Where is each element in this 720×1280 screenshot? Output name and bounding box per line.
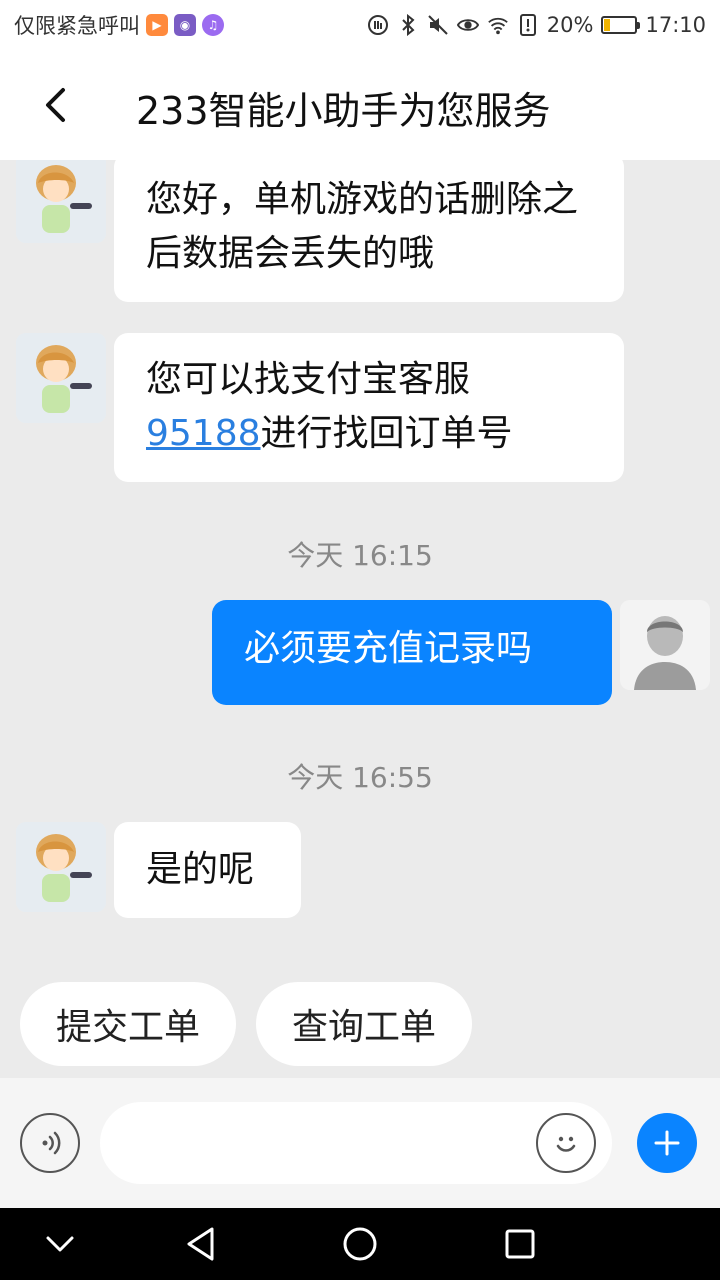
eye-comfort-icon — [456, 14, 479, 36]
video-app-icon: ▶ — [146, 14, 168, 36]
message-text: 您可以找支付宝客服 — [146, 359, 471, 400]
input-bar — [0, 1078, 720, 1208]
square-recents-icon — [505, 1229, 535, 1259]
nav-back-button[interactable] — [180, 1224, 220, 1264]
message-text: 进行找回订单号 — [260, 413, 513, 454]
nav-collapse-button[interactable] — [40, 1224, 80, 1264]
page-title: 233智能小助手为您服务 — [136, 89, 551, 133]
plus-icon — [654, 1130, 680, 1156]
data-saver-icon — [367, 14, 389, 36]
mute-icon — [427, 14, 449, 36]
sim-alert-icon — [517, 14, 539, 36]
status-bar: 仅限紧急呼叫 ▶ ◉ ♫ 20% 17:10 — [0, 0, 720, 50]
message-text: 必须要充值记录吗 — [244, 628, 533, 669]
submit-ticket-button[interactable]: 提交工单 — [20, 982, 236, 1066]
battery-icon — [601, 16, 641, 34]
bot-avatar[interactable] — [16, 333, 106, 423]
emoji-button[interactable] — [536, 1113, 596, 1173]
circle-home-icon — [343, 1227, 377, 1261]
bot-avatar[interactable] — [16, 822, 106, 912]
timestamp: 今天 16:55 — [287, 761, 433, 794]
clock: 17:10 — [645, 13, 706, 37]
voice-input-button[interactable] — [20, 1113, 80, 1173]
query-ticket-button[interactable]: 查询工单 — [256, 982, 472, 1066]
battery-level-fill — [604, 19, 611, 31]
nav-recents-button[interactable] — [500, 1224, 540, 1264]
header: 233智能小助手为您服务 — [0, 50, 720, 160]
bot-message-bubble: 是的呢 — [114, 822, 301, 918]
battery-percent: 20% — [546, 13, 594, 37]
phone-link[interactable]: 95188 — [146, 413, 261, 454]
bluetooth-icon — [397, 14, 419, 36]
more-actions-button[interactable] — [637, 1113, 697, 1173]
user-avatar[interactable] — [620, 600, 710, 690]
back-button[interactable] — [0, 50, 110, 160]
timestamp: 今天 16:15 — [287, 539, 433, 572]
chat-list[interactable]: 您好，单机游戏的话删除之后数据会丢失的哦 您可以找支付宝客服 95188进行找回… — [0, 160, 720, 1078]
chat-screen: 仅限紧急呼叫 ▶ ◉ ♫ 20% 17:10 233智能小助手为您服务 您好，单… — [0, 0, 720, 1280]
music-app-icon: ♫ — [202, 14, 224, 36]
message-text: 您好，单机游戏的话删除之后数据会丢失的哦 — [146, 179, 579, 274]
voice-wave-icon — [42, 1131, 61, 1155]
wifi-icon — [487, 14, 509, 36]
default-user-icon — [620, 600, 710, 690]
carrier-text: 仅限紧急呼叫 — [14, 14, 140, 38]
smiley-icon — [556, 1136, 576, 1152]
app-notification-icon: ◉ — [174, 14, 196, 36]
bot-message-bubble: 您可以找支付宝客服 95188进行找回订单号 — [114, 333, 624, 482]
bot-message-bubble: 您好，单机游戏的话删除之后数据会丢失的哦 — [114, 160, 624, 302]
nav-home-button[interactable] — [340, 1224, 380, 1264]
bot-avatar[interactable] — [16, 160, 106, 243]
triangle-back-icon — [187, 1227, 214, 1261]
chevron-down-icon — [46, 1236, 74, 1252]
system-nav-bar — [0, 1208, 720, 1280]
user-message-bubble: 必须要充值记录吗 — [212, 600, 612, 705]
message-text: 是的呢 — [146, 849, 255, 890]
chevron-left-icon — [46, 88, 65, 122]
